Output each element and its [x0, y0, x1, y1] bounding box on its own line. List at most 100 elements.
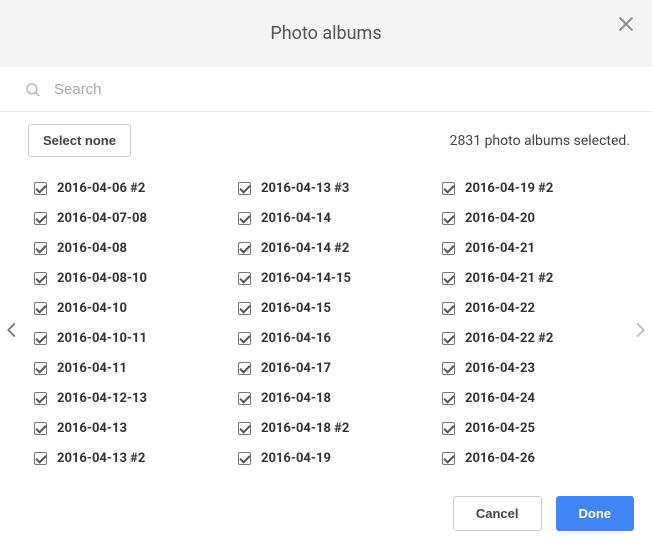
album-label: 2016-04-21 [465, 241, 535, 256]
album-label: 2016-04-18 #2 [261, 421, 349, 436]
album-checkbox[interactable] [442, 362, 455, 375]
album-item[interactable]: 2016-04-20 [442, 203, 618, 233]
album-item[interactable]: 2016-04-25 [442, 413, 618, 443]
album-checkbox[interactable] [238, 242, 251, 255]
album-label: 2016-04-15 [261, 301, 331, 316]
album-checkbox[interactable] [238, 422, 251, 435]
album-label: 2016-04-24 [465, 391, 535, 406]
album-label: 2016-04-16 [261, 331, 331, 346]
album-item[interactable]: 2016-04-10-11 [34, 323, 210, 353]
album-label: 2016-04-22 #2 [465, 331, 553, 346]
album-checkbox[interactable] [442, 302, 455, 315]
album-checkbox[interactable] [238, 182, 251, 195]
chevron-left-icon [3, 316, 21, 344]
search-input[interactable] [52, 80, 628, 99]
album-checkbox[interactable] [238, 332, 251, 345]
close-button[interactable] [610, 8, 642, 40]
album-item[interactable]: 2016-04-16 [238, 323, 414, 353]
dialog-footer: Cancel Done [0, 486, 652, 545]
page-next-button[interactable] [626, 310, 652, 350]
album-checkbox[interactable] [238, 212, 251, 225]
album-checkbox[interactable] [442, 452, 455, 465]
album-label: 2016-04-20 [465, 211, 535, 226]
album-item[interactable]: 2016-04-06 #2 [34, 173, 210, 203]
album-item[interactable]: 2016-04-21 [442, 233, 618, 263]
album-item[interactable]: 2016-04-14-15 [238, 263, 414, 293]
album-label: 2016-04-25 [465, 421, 535, 436]
album-item[interactable]: 2016-04-26 [442, 443, 618, 473]
page-prev-button[interactable] [0, 310, 26, 350]
album-checkbox[interactable] [238, 452, 251, 465]
album-column: 2016-04-19 #2 2016-04-20 2016-04-21 2016-04… [442, 173, 618, 486]
album-checkbox[interactable] [238, 392, 251, 405]
album-checkbox[interactable] [34, 272, 47, 285]
album-item[interactable]: 2016-04-14 #2 [238, 233, 414, 263]
album-checkbox[interactable] [34, 422, 47, 435]
album-checkbox[interactable] [442, 242, 455, 255]
album-item[interactable]: 2016-04-18 [238, 383, 414, 413]
album-checkbox[interactable] [238, 272, 251, 285]
album-item[interactable]: 2016-04-19 #2 [442, 173, 618, 203]
album-label: 2016-04-14 #2 [261, 241, 349, 256]
album-item[interactable]: 2016-04-08-10 [34, 263, 210, 293]
album-item[interactable]: 2016-04-12-13 [34, 383, 210, 413]
album-column: 2016-04-13 #3 2016-04-14 2016-04-14 #2 2016… [238, 173, 414, 486]
album-checkbox[interactable] [34, 242, 47, 255]
album-label: 2016-04-13 [57, 421, 127, 436]
album-label: 2016-04-10-11 [57, 331, 147, 346]
album-label: 2016-04-26 [465, 451, 535, 466]
album-item[interactable]: 2016-04-13 #3 [238, 173, 414, 203]
album-checkbox[interactable] [34, 452, 47, 465]
dialog-header: Photo albums [0, 0, 652, 68]
album-label: 2016-04-17 [261, 361, 331, 376]
album-label: 2016-04-19 [261, 451, 331, 466]
toolbar: Select none 2831 photo albums selected. [0, 112, 652, 173]
search-row [0, 72, 652, 112]
album-label: 2016-04-10 [57, 301, 127, 316]
album-checkbox[interactable] [238, 302, 251, 315]
album-item[interactable]: 2016-04-21 #2 [442, 263, 618, 293]
cancel-button[interactable]: Cancel [453, 496, 542, 531]
album-item[interactable]: 2016-04-22 [442, 293, 618, 323]
album-checkbox[interactable] [34, 392, 47, 405]
close-icon [616, 14, 636, 34]
select-none-button[interactable]: Select none [28, 124, 131, 157]
done-button[interactable]: Done [556, 496, 635, 531]
album-checkbox[interactable] [34, 332, 47, 345]
album-item[interactable]: 2016-04-14 [238, 203, 414, 233]
album-checkbox[interactable] [34, 302, 47, 315]
photo-albums-dialog: Photo albums Select none 2831 photo albu… [0, 0, 652, 545]
album-checkbox[interactable] [442, 182, 455, 195]
album-item[interactable]: 2016-04-18 #2 [238, 413, 414, 443]
album-item[interactable]: 2016-04-15 [238, 293, 414, 323]
album-item[interactable]: 2016-04-11 [34, 353, 210, 383]
album-item[interactable]: 2016-04-23 [442, 353, 618, 383]
album-label: 2016-04-11 [57, 361, 127, 376]
album-label: 2016-04-08 [57, 241, 127, 256]
album-item[interactable]: 2016-04-10 [34, 293, 210, 323]
album-checkbox[interactable] [442, 272, 455, 285]
album-checkbox[interactable] [442, 422, 455, 435]
album-checkbox[interactable] [442, 392, 455, 405]
album-item[interactable]: 2016-04-17 [238, 353, 414, 383]
album-checkbox[interactable] [442, 212, 455, 225]
album-label: 2016-04-06 #2 [57, 181, 145, 196]
album-checkbox[interactable] [238, 362, 251, 375]
search-icon [24, 81, 42, 99]
album-item[interactable]: 2016-04-07-08 [34, 203, 210, 233]
album-columns: 2016-04-06 #2 2016-04-07-08 2016-04-08 2016… [0, 173, 652, 486]
album-item[interactable]: 2016-04-13 [34, 413, 210, 443]
album-checkbox[interactable] [442, 332, 455, 345]
album-label: 2016-04-08-10 [57, 271, 147, 286]
album-item[interactable]: 2016-04-22 #2 [442, 323, 618, 353]
album-item[interactable]: 2016-04-24 [442, 383, 618, 413]
dialog-title: Photo albums [0, 0, 652, 68]
album-checkbox[interactable] [34, 182, 47, 195]
album-label: 2016-04-14 [261, 211, 331, 226]
album-item[interactable]: 2016-04-13 #2 [34, 443, 210, 473]
album-item[interactable]: 2016-04-08 [34, 233, 210, 263]
album-checkbox[interactable] [34, 362, 47, 375]
album-checkbox[interactable] [34, 212, 47, 225]
album-item[interactable]: 2016-04-19 [238, 443, 414, 473]
album-label: 2016-04-23 [465, 361, 535, 376]
